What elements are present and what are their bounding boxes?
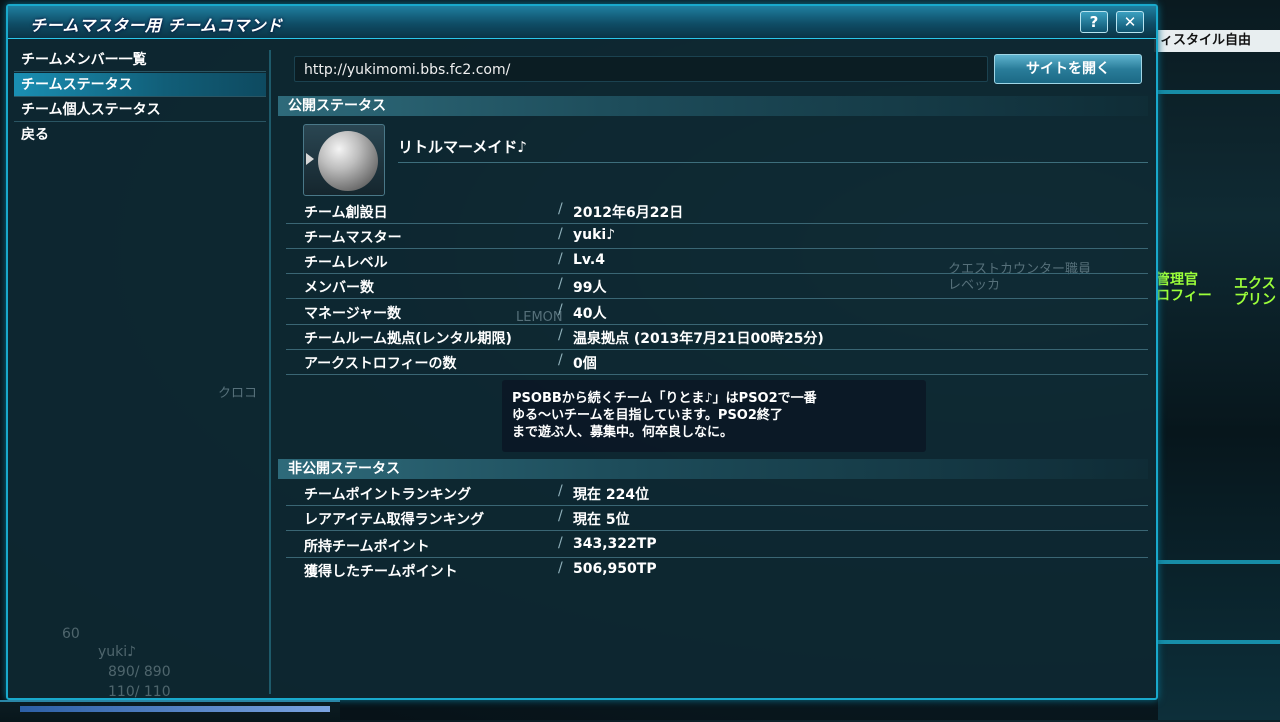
hud-pp: 110/ 110 xyxy=(108,684,171,700)
close-button[interactable]: ✕ xyxy=(1116,11,1144,33)
row-label: レアアイテム取得ランキング xyxy=(304,512,485,528)
private-row-earned-points: 獲得したチームポイント / 506,950TP xyxy=(286,558,1148,583)
row-value: Lv.4 xyxy=(573,252,605,268)
row-separator: / xyxy=(558,226,563,242)
npc-label-1: 管理官 ロフィー xyxy=(1156,272,1212,304)
row-label: チームルーム拠点(レンタル期限) xyxy=(304,331,512,347)
row-value: 99人 xyxy=(573,280,607,296)
row-value: 343,322TP xyxy=(573,536,657,552)
hud-hp: 890/ 890 xyxy=(108,664,171,680)
row-separator: / xyxy=(558,302,563,318)
row-value: yuki♪ xyxy=(573,227,616,243)
row-separator: / xyxy=(558,327,563,343)
sidebar-item-team-status[interactable]: チームステータス xyxy=(14,73,266,97)
private-row-rare-ranking: レアアイテム取得ランキング / 現在 5位 xyxy=(286,506,1148,531)
row-value: 506,950TP xyxy=(573,561,657,577)
row-separator: / xyxy=(558,508,563,524)
window-title: チームマスター用 チームコマンド xyxy=(30,16,283,35)
background-banner-text: ィスタイル自由 xyxy=(1154,30,1280,52)
divider xyxy=(398,162,1148,163)
sidebar-item-back[interactable]: 戻る xyxy=(14,123,266,147)
sidebar-item-personal-status[interactable]: チーム個人ステータス xyxy=(14,98,266,122)
npc-label-2: エクス プリン xyxy=(1234,276,1276,308)
row-separator: / xyxy=(558,201,563,217)
team-comment-box: PSOBBから続くチーム「りとま♪」はPSO2で一番 ゆる～いチームを目指してい… xyxy=(502,380,926,452)
row-separator: / xyxy=(558,352,563,368)
window-titlebar: チームマスター用 チームコマンド ? ✕ xyxy=(8,6,1156,39)
public-row-level: チームレベル / Lv.4 xyxy=(286,249,1148,274)
team-command-window: チームマスター用 チームコマンド ? ✕ クエストカウンター職員 レベッカ LEM… xyxy=(6,4,1158,700)
row-label: 獲得したチームポイント xyxy=(304,564,458,580)
row-value: 2012年6月22日 xyxy=(573,205,684,221)
team-name: リトルマーメイド♪ xyxy=(398,138,527,156)
row-value: 0個 xyxy=(573,356,597,372)
public-row-master: チームマスター / yuki♪ xyxy=(286,224,1148,249)
bottom-gauge xyxy=(20,706,330,712)
row-separator: / xyxy=(558,560,563,576)
row-label: メンバー数 xyxy=(304,280,374,296)
row-label: アークストロフィーの数 xyxy=(304,356,457,372)
row-value: 現在 224位 xyxy=(573,487,650,503)
team-site-url-field: http://yukimomi.bbs.fc2.com/ xyxy=(294,56,988,82)
private-status-header: 非公開ステータス xyxy=(278,459,1148,479)
private-row-held-points: 所持チームポイント / 343,322TP xyxy=(286,533,1148,558)
player-hud: 60 yuki♪ 890/ 890 110/ 110 xyxy=(18,626,338,706)
row-value: 現在 5位 xyxy=(573,512,630,528)
team-emblem-icon xyxy=(303,124,385,196)
hud-name: yuki♪ xyxy=(98,644,137,660)
row-value: 温泉拠点 (2013年7月21日00時25分) xyxy=(573,331,824,347)
background-scene xyxy=(1158,0,1280,720)
emblem-orb xyxy=(318,131,378,191)
row-value: 40人 xyxy=(573,306,607,322)
row-label: マネージャー数 xyxy=(304,306,402,322)
row-label: チーム創設日 xyxy=(304,205,388,221)
row-separator: / xyxy=(558,483,563,499)
sidebar-menu: チームメンバー一覧 チームステータス チーム個人ステータス 戻る xyxy=(8,46,270,696)
hud-level: 60 xyxy=(62,626,80,642)
private-row-point-ranking: チームポイントランキング / 現在 224位 xyxy=(286,481,1148,506)
comment-line: ゆる～いチームを目指しています。PSO2終了 xyxy=(512,408,783,423)
public-status-header: 公開ステータス xyxy=(278,96,1148,116)
public-row-team-room: チームルーム拠点(レンタル期限) / 温泉拠点 (2013年7月21日00時25… xyxy=(286,325,1148,350)
row-separator: / xyxy=(558,251,563,267)
public-row-trophies: アークストロフィーの数 / 0個 xyxy=(286,350,1148,375)
row-label: チームマスター xyxy=(304,230,402,246)
help-button[interactable]: ? xyxy=(1080,11,1108,33)
sidebar-item-member-list[interactable]: チームメンバー一覧 xyxy=(14,48,266,72)
sidebar-divider xyxy=(269,50,271,694)
row-label: チームポイントランキング xyxy=(304,487,472,503)
comment-line: まで遊ぶ人、募集中。何卒良しなに。 xyxy=(512,425,734,440)
public-row-members: メンバー数 / 99人 xyxy=(286,274,1148,299)
open-site-button[interactable]: サイトを開く xyxy=(994,54,1142,84)
row-label: 所持チームポイント xyxy=(304,539,430,555)
public-row-managers: マネージャー数 / 40人 xyxy=(286,300,1148,325)
comment-line: PSOBBから続くチーム「りとま♪」はPSO2で一番 xyxy=(512,391,817,406)
public-row-founded: チーム創設日 / 2012年6月22日 xyxy=(286,199,1148,224)
emblem-arrow-icon xyxy=(306,153,314,165)
row-label: チームレベル xyxy=(304,255,388,271)
row-separator: / xyxy=(558,535,563,551)
row-separator: / xyxy=(558,276,563,292)
